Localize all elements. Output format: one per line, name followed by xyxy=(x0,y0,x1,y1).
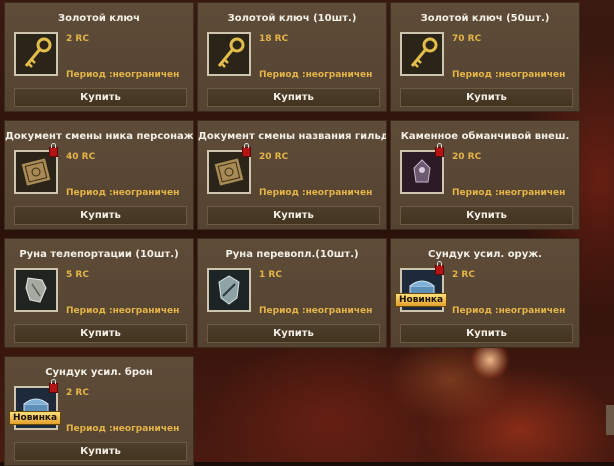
new-badge: Новинка xyxy=(9,411,62,425)
golden-key-icon[interactable] xyxy=(207,32,251,76)
lock-icon xyxy=(435,143,444,157)
item-period: Период :неограничен xyxy=(66,424,180,434)
buy-button[interactable]: Купить xyxy=(14,324,187,343)
item-period: Период :неограничен xyxy=(452,70,566,80)
item-period: Период :неограничен xyxy=(452,306,566,316)
item-price: 5 RC xyxy=(66,270,89,280)
shop-item-card: Золотой ключ (10шт.) 18 RC Период :неогр… xyxy=(197,2,387,112)
item-period: Период :неограничен xyxy=(66,188,180,198)
buy-button[interactable]: Купить xyxy=(207,88,380,107)
item-title: Руна телепортации (10шт.) xyxy=(19,249,179,260)
shop-item-card: Золотой ключ (50шт.) 70 RC Период :неогр… xyxy=(390,2,580,112)
buy-button[interactable]: Купить xyxy=(14,442,187,461)
item-price: 20 RC xyxy=(259,152,289,162)
item-period: Период :неограничен xyxy=(66,306,180,316)
item-title: Сундук усил. брон xyxy=(45,367,153,378)
buy-button[interactable]: Купить xyxy=(207,324,380,343)
item-title: Документ смены ника персонажа xyxy=(5,131,193,142)
item-period: Период :неограничен xyxy=(66,70,180,80)
shop-item-card: Руна телепортации (10шт.) 5 RC Период :н… xyxy=(4,238,194,348)
item-title: Золотой ключ (10шт.) xyxy=(227,13,357,24)
item-title: Каменное обманчивой внеш. xyxy=(400,131,570,142)
buy-button[interactable]: Купить xyxy=(14,206,187,225)
item-title: Золотой ключ (50шт.) xyxy=(420,13,550,24)
item-title: Руна перевопл.(10шт.) xyxy=(225,249,359,260)
scrollbar-thumb[interactable] xyxy=(606,405,614,435)
item-period: Период :неограничен xyxy=(259,70,373,80)
new-badge: Новинка xyxy=(395,293,448,307)
item-period: Период :неограничен xyxy=(259,188,373,198)
shop-item-card: Каменное обманчивой внеш. 20 RC Период :… xyxy=(390,120,580,230)
shop-item-card: Сундук усил. брон Новинка 2 RC Период :н… xyxy=(4,356,194,466)
buy-button[interactable]: Купить xyxy=(14,88,187,107)
buy-button[interactable]: Купить xyxy=(207,206,380,225)
lock-icon xyxy=(435,261,444,275)
golden-key-icon[interactable] xyxy=(14,32,58,76)
lock-icon xyxy=(49,143,58,157)
rune-icon[interactable] xyxy=(14,268,58,312)
item-price: 2 RC xyxy=(66,34,89,44)
buy-button[interactable]: Купить xyxy=(400,88,573,107)
lock-icon xyxy=(242,143,251,157)
lock-icon xyxy=(49,379,58,393)
buy-button[interactable]: Купить xyxy=(400,324,573,343)
item-price: 70 RC xyxy=(452,34,482,44)
buy-button[interactable]: Купить xyxy=(400,206,573,225)
golden-key-icon[interactable] xyxy=(400,32,444,76)
item-price: 2 RC xyxy=(66,388,89,398)
item-period: Период :неограничен xyxy=(452,188,566,198)
shop-item-card: Руна перевопл.(10шт.) 1 RC Период :неогр… xyxy=(197,238,387,348)
item-price: 40 RC xyxy=(66,152,96,162)
item-price: 2 RC xyxy=(452,270,475,280)
item-title: Документ смены названия гильд xyxy=(198,131,386,142)
shop-item-card: Документ смены названия гильд 20 RC Пери… xyxy=(197,120,387,230)
item-price: 1 RC xyxy=(259,270,282,280)
rune-icon[interactable] xyxy=(207,268,251,312)
shop-item-card: Сундук усил. оруж. Новинка 2 RC Период :… xyxy=(390,238,580,348)
item-title: Сундук усил. оруж. xyxy=(428,249,542,260)
shop-item-card: Документ смены ника персонажа 40 RC Пери… xyxy=(4,120,194,230)
shop-item-card: Золотой ключ 2 RC Период :неограничен Ку… xyxy=(4,2,194,112)
item-price: 18 RC xyxy=(259,34,289,44)
item-price: 20 RC xyxy=(452,152,482,162)
item-title: Золотой ключ xyxy=(57,13,141,24)
item-period: Период :неограничен xyxy=(259,306,373,316)
